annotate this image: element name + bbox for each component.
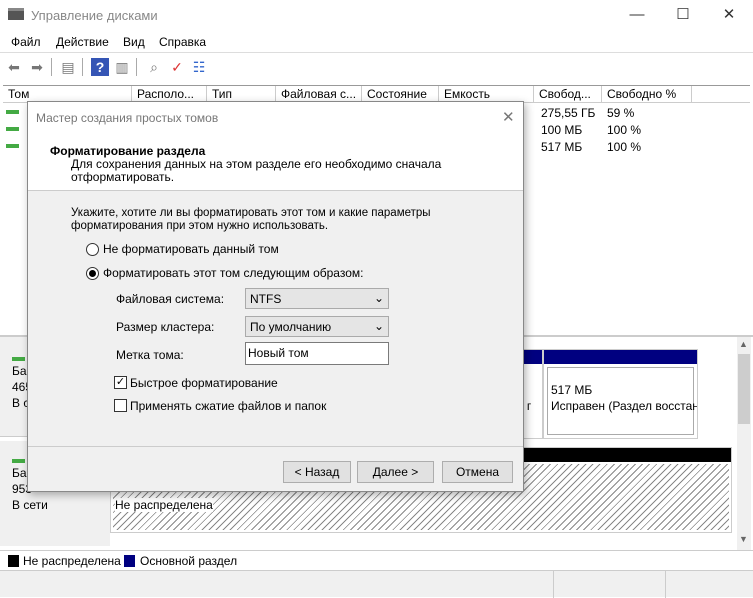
- minimize-button[interactable]: —: [614, 0, 660, 31]
- disk-icon: [12, 357, 25, 361]
- scroll-thumb[interactable]: [738, 354, 750, 424]
- partition-status: Исправен (Раздел восстан: [551, 399, 698, 413]
- radio-do-not-format-label[interactable]: Не форматировать данный том: [103, 242, 279, 256]
- cluster-size-select[interactable]: По умолчанию ⌄: [245, 316, 389, 337]
- dialog-close-button[interactable]: ✕: [502, 108, 515, 126]
- filesystem-value: NTFS: [250, 292, 282, 306]
- quick-format-checkbox[interactable]: ✓: [114, 376, 127, 389]
- column-free[interactable]: Свобод...: [534, 86, 602, 103]
- window-title: Управление дисками: [31, 8, 158, 23]
- menu-view[interactable]: Вид: [123, 35, 145, 49]
- disk-icon: [12, 459, 25, 463]
- cancel-button[interactable]: Отмена: [442, 461, 513, 483]
- help-icon[interactable]: ?: [91, 58, 109, 76]
- dialog-header: Форматирование раздела Для сохранения да…: [28, 133, 523, 191]
- volume-icon: [6, 144, 19, 148]
- free-percent-cell: 100 %: [607, 140, 642, 154]
- scroll-down-icon[interactable]: ▼: [739, 534, 748, 544]
- toolbar-separator: [82, 58, 83, 76]
- free-space-cell: 100 МБ: [541, 123, 583, 137]
- title-bar: Управление дисками — ☐ ✕: [0, 0, 753, 31]
- volume-label-value: Новый том: [248, 346, 309, 360]
- scroll-up-icon[interactable]: ▲: [739, 339, 748, 349]
- dialog-title-bar: Мастер создания простых томов ✕: [28, 102, 523, 133]
- legend: Не распределена Основной раздел: [0, 550, 753, 570]
- volume-icon: [6, 127, 19, 131]
- volume-label-label: Метка тома:: [116, 348, 184, 362]
- properties-list-icon[interactable]: ☷: [190, 58, 208, 76]
- back-button[interactable]: < Назад: [283, 461, 351, 483]
- check-document-icon[interactable]: ✓: [168, 58, 186, 76]
- toolbar-separator: [136, 58, 137, 76]
- divider: [28, 446, 523, 447]
- maximize-button[interactable]: ☐: [660, 0, 706, 31]
- forward-arrow-icon[interactable]: ➡: [28, 58, 46, 76]
- chevron-down-icon: ⌄: [373, 291, 384, 305]
- page-subtitle: Для сохранения данных на этом разделе ег…: [71, 157, 442, 184]
- back-arrow-icon[interactable]: ⬅: [5, 58, 23, 76]
- recovery-partition[interactable]: 517 МБ Исправен (Раздел восстан: [543, 349, 698, 439]
- toolbar-separator: [51, 58, 52, 76]
- page-heading: Форматирование раздела: [50, 144, 206, 158]
- dialog-title: Мастер создания простых томов: [36, 111, 219, 125]
- status-bar: [0, 570, 753, 598]
- next-button[interactable]: Далее >: [357, 461, 434, 483]
- console-tree-icon[interactable]: ▤: [59, 58, 77, 76]
- compression-label[interactable]: Применять сжатие файлов и папок: [130, 399, 326, 413]
- free-space-cell: 275,55 ГБ: [541, 106, 596, 120]
- radio-format[interactable]: [86, 267, 99, 280]
- disk-management-icon: [8, 8, 24, 20]
- partition-label: Не распределена: [115, 498, 213, 512]
- menu-file[interactable]: Файл: [11, 35, 41, 49]
- legend-label: Основной раздел: [140, 554, 238, 568]
- vertical-scrollbar[interactable]: ▲ ▼: [737, 337, 751, 550]
- volume-label-input[interactable]: Новый том: [245, 342, 389, 365]
- compression-checkbox[interactable]: [114, 399, 127, 412]
- disk-type: Ба: [12, 364, 27, 378]
- free-percent-cell: 59 %: [607, 106, 635, 120]
- action-pane-icon[interactable]: ▥: [113, 58, 131, 76]
- disk-type: Ба: [12, 466, 27, 480]
- cluster-size-value: По умолчанию: [250, 320, 332, 334]
- menu-bar: Файл Действие Вид Справка: [0, 31, 753, 53]
- chevron-down-icon: ⌄: [373, 319, 384, 333]
- filesystem-label: Файловая система:: [116, 292, 225, 306]
- menu-help[interactable]: Справка: [159, 35, 206, 49]
- menu-action[interactable]: Действие: [56, 35, 109, 49]
- radio-do-not-format[interactable]: [86, 243, 99, 256]
- toolbar: ⬅ ➡ ▤ ? ▥ ⌕ ✓ ☷: [0, 54, 753, 80]
- connect-disk-icon[interactable]: ⌕: [145, 58, 163, 76]
- format-prompt: Укажите, хотите ли вы форматировать этот…: [71, 207, 431, 232]
- new-simple-volume-wizard: Мастер создания простых томов ✕ Форматир…: [27, 101, 524, 492]
- radio-format-label[interactable]: Форматировать этот том следующим образом…: [103, 266, 363, 280]
- legend-swatch-primary: [124, 555, 135, 567]
- filesystem-select[interactable]: NTFS ⌄: [245, 288, 389, 309]
- column-free-percent[interactable]: Свободно %: [602, 86, 692, 103]
- partition-size: 517 МБ: [551, 383, 593, 397]
- close-button[interactable]: ✕: [706, 0, 752, 31]
- free-percent-cell: 100 %: [607, 123, 642, 137]
- cluster-size-label: Размер кластера:: [116, 320, 215, 334]
- legend-label: Не распределена: [23, 554, 121, 568]
- disk-status: В сети: [12, 498, 48, 512]
- volume-icon: [6, 110, 19, 114]
- free-space-cell: 517 МБ: [541, 140, 583, 154]
- legend-swatch-unallocated: [8, 555, 19, 567]
- quick-format-label[interactable]: Быстрое форматирование: [130, 376, 278, 390]
